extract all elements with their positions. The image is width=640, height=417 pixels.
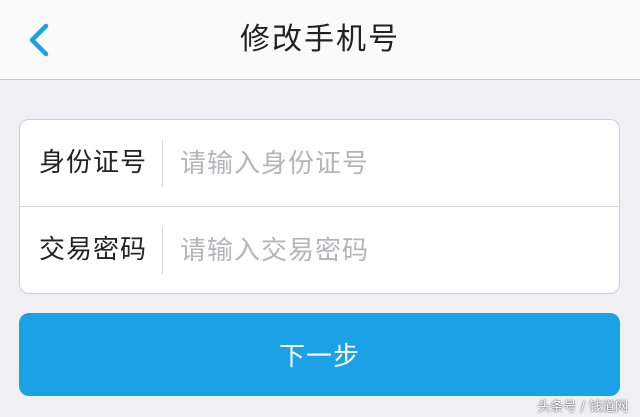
trade-password-input[interactable] (180, 225, 600, 276)
trade-password-label: 交易密码 (39, 235, 148, 265)
next-step-button[interactable]: 下一步 (19, 313, 620, 396)
field-separator (162, 227, 163, 274)
id-number-input[interactable] (180, 138, 600, 189)
id-number-label: 身份证号 (39, 148, 148, 178)
navigation-bar: 修改手机号 (0, 0, 640, 80)
field-separator (162, 140, 163, 187)
watermark-text: 头条号 / 钱道网 (537, 400, 628, 415)
form-card: 身份证号 交易密码 (19, 119, 620, 294)
trade-password-row: 交易密码 (20, 207, 619, 294)
page-title: 修改手机号 (240, 22, 400, 57)
id-number-row: 身份证号 (20, 120, 619, 207)
